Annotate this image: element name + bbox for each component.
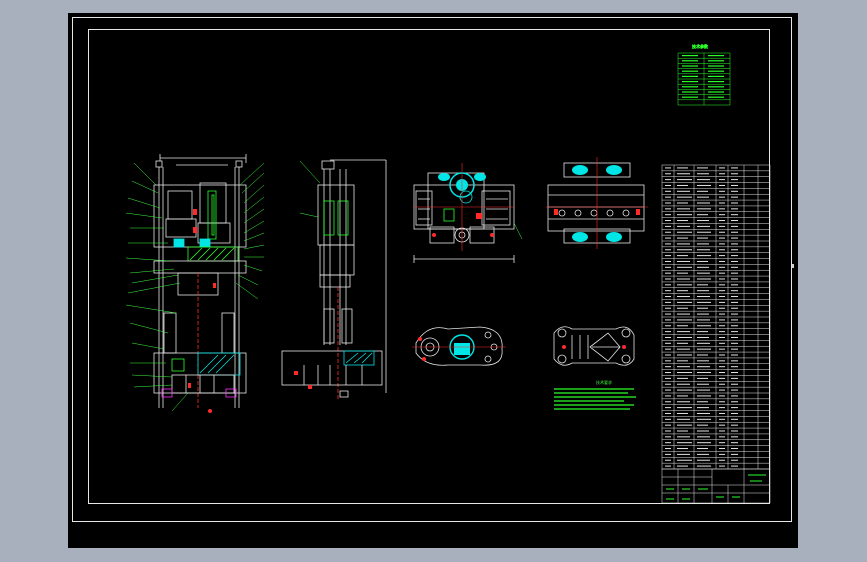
bottom-view — [546, 157, 648, 249]
drawing-viewport[interactable]: 技术要求 技术参数 — [68, 13, 798, 548]
front-section-view — [125, 154, 265, 413]
title-block — [661, 468, 771, 504]
cad-drawing: 技术要求 技术参数 — [125, 43, 771, 504]
top-plate-view — [412, 326, 506, 366]
spec-table-title: 技术参数 — [692, 43, 708, 49]
bottom-plate-view — [553, 326, 635, 366]
tech-notes-title: 技术要求 — [596, 379, 612, 385]
edge-marker — [792, 264, 794, 268]
technical-notes: 技术要求 — [554, 379, 636, 410]
parts-table — [661, 164, 771, 470]
top-view — [413, 163, 523, 263]
side-section-view — [281, 159, 387, 401]
spec-table: 技术参数 — [677, 43, 731, 106]
